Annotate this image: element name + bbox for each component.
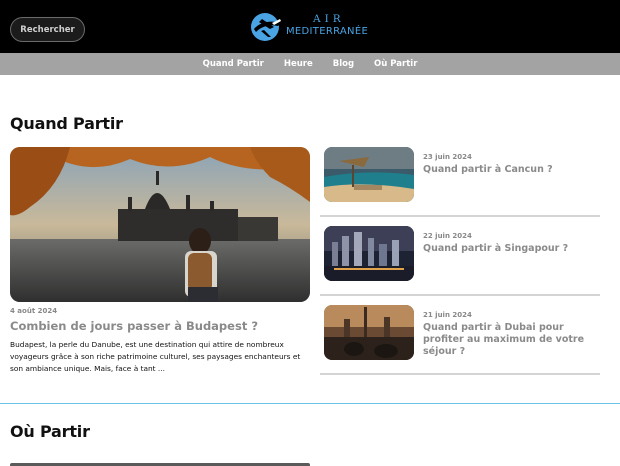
nav-item-ou-partir[interactable]: Où Partir	[374, 59, 417, 69]
side-article-image[interactable]	[324, 305, 414, 360]
side-article: 22 juin 2024 Quand partir à Singapour ?	[320, 226, 600, 306]
article-divider	[320, 373, 600, 375]
side-article-date: 22 juin 2024	[423, 232, 472, 240]
logo-line-mediterranee: MEDITERRANÉE	[286, 25, 369, 37]
featured-article-title[interactable]: Combien de jours passer à Budapest ?	[10, 319, 258, 333]
site-logo[interactable]: AIR MEDITERRANÉE	[250, 10, 370, 44]
logo-wordmark: AIR MEDITERRANÉE	[286, 14, 368, 37]
nav-item-heure[interactable]: Heure	[284, 59, 313, 69]
side-article: 23 juin 2024 Quand partir à Cancun ?	[320, 147, 600, 227]
side-article-title[interactable]: Quand partir à Singapour ?	[423, 243, 603, 255]
section-separator	[0, 403, 620, 404]
side-article-title[interactable]: Quand partir à Dubai pour profiter au ma…	[423, 322, 603, 358]
article-divider	[320, 215, 600, 217]
side-article-date: 23 juin 2024	[423, 153, 472, 161]
nav-item-quand-partir[interactable]: Quand Partir	[203, 59, 264, 69]
featured-article-excerpt: Budapest, la perle du Danube, est une de…	[10, 340, 301, 373]
nav-item-blog[interactable]: Blog	[333, 59, 354, 69]
site-header: Rechercher AIR MEDITERRANÉE	[0, 0, 620, 53]
side-article-date: 21 juin 2024	[423, 311, 472, 319]
cancun-photo	[324, 147, 414, 202]
airplane-globe-icon	[251, 13, 281, 41]
dubai-photo	[324, 305, 414, 360]
search-button[interactable]: Rechercher	[10, 17, 85, 42]
side-article-title[interactable]: Quand partir à Cancun ?	[423, 164, 603, 176]
featured-article-date: 4 août 2024	[10, 307, 58, 315]
main-nav: Quand Partir Heure Blog Où Partir	[0, 53, 620, 75]
section-title-ou-partir: Où Partir	[10, 422, 90, 441]
budapest-photo	[10, 147, 310, 302]
article-divider	[320, 294, 600, 296]
singapore-photo	[324, 226, 414, 281]
side-article-image[interactable]	[324, 226, 414, 281]
logo-line-air: AIR	[313, 13, 345, 25]
section-title-quand-partir: Quand Partir	[10, 114, 123, 133]
featured-article-image[interactable]	[10, 147, 310, 302]
side-article: 21 juin 2024 Quand partir à Dubai pour p…	[320, 305, 600, 385]
side-article-image[interactable]	[324, 147, 414, 202]
